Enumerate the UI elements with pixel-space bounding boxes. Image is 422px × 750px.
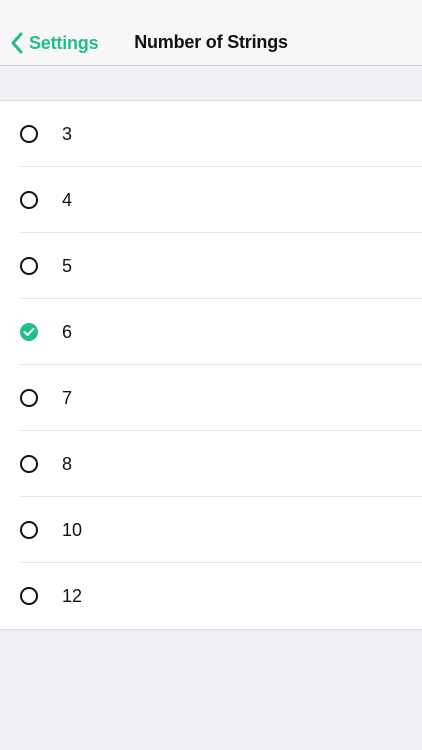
option-label: 4	[62, 190, 73, 210]
option-row-12[interactable]: 12	[0, 563, 422, 629]
radio-unchecked-icon	[20, 257, 38, 275]
option-row-10[interactable]: 10	[0, 497, 422, 563]
radio-unchecked-icon	[20, 191, 38, 209]
radio-unchecked-icon	[20, 455, 38, 473]
option-row-4[interactable]: 4	[0, 167, 422, 233]
option-row-7[interactable]: 7	[0, 365, 422, 431]
option-label: 10	[62, 520, 83, 540]
option-row-6[interactable]: 6	[0, 299, 422, 365]
option-label: 12	[62, 586, 83, 606]
option-row-8[interactable]: 8	[0, 431, 422, 497]
radio-unchecked-icon	[20, 587, 38, 605]
option-row-3[interactable]: 3	[0, 101, 422, 167]
option-label: 3	[62, 124, 73, 144]
radio-unchecked-icon	[20, 389, 38, 407]
radio-unchecked-icon	[20, 521, 38, 539]
option-label: 7	[62, 388, 73, 408]
navigation-bar: Settings Number of Strings	[0, 0, 422, 66]
checkmark-circle-icon	[20, 323, 38, 341]
option-label: 8	[62, 454, 73, 474]
radio-unchecked-icon	[20, 125, 38, 143]
option-label: 5	[62, 256, 73, 276]
strings-option-list: 3 4 5 6 7 8 10 12	[0, 100, 422, 630]
page-title: Number of Strings	[134, 32, 288, 52]
option-label: 6	[62, 322, 73, 342]
option-row-5[interactable]: 5	[0, 233, 422, 299]
